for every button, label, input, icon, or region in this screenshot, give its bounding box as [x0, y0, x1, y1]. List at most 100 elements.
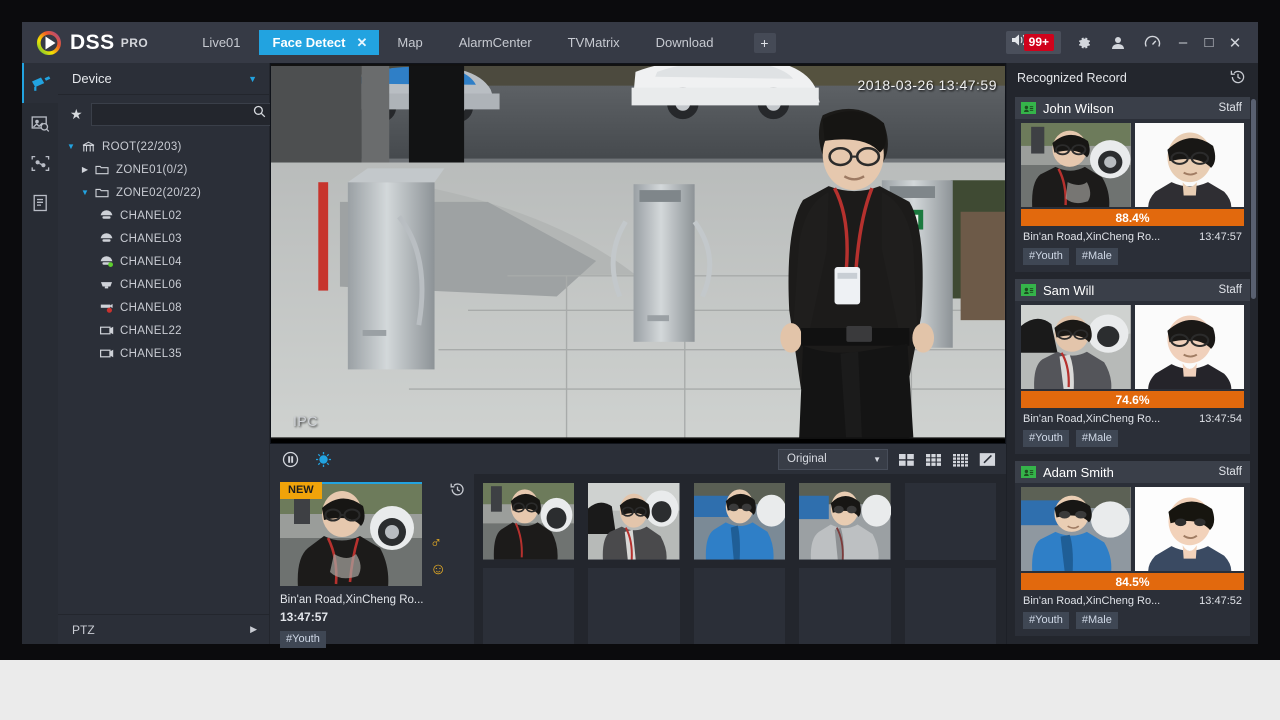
tree-node-chanel04[interactable]: CHANEL04 — [58, 250, 269, 273]
tag-male[interactable]: #Male — [1075, 430, 1118, 447]
chevron-right-icon[interactable]: ▶ — [250, 624, 257, 635]
layout-9-button[interactable] — [925, 452, 942, 467]
chevron-down-icon[interactable]: ▼ — [248, 74, 257, 84]
record-tags: #Youth #Male — [1015, 425, 1250, 454]
chevron-down-icon[interactable]: ▼ — [78, 188, 92, 197]
tree-node-chanel06[interactable]: CHANEL06 — [58, 273, 269, 296]
tag-youth[interactable]: #Youth — [1023, 612, 1069, 629]
record-tags: #Youth #Male — [1015, 243, 1250, 272]
tab-tvmatrix[interactable]: TVMatrix — [550, 30, 638, 55]
performance-gauge-icon[interactable] — [1144, 34, 1161, 51]
thumbnail-item[interactable] — [799, 567, 891, 644]
alarm-sound-button[interactable]: 99+ — [1005, 31, 1061, 54]
dome-camera-icon — [96, 255, 116, 268]
module-rail — [22, 63, 58, 644]
thumbnail-item[interactable] — [904, 567, 996, 644]
tag-male[interactable]: #Male — [1075, 612, 1118, 629]
thumbnail-item[interactable] — [693, 483, 786, 560]
dome-camera-icon — [96, 278, 116, 291]
search-box[interactable] — [90, 102, 273, 126]
thumbnail-item[interactable] — [693, 567, 786, 644]
record-images — [1015, 301, 1250, 389]
record-name: Adam Smith — [1043, 464, 1114, 480]
add-tab-button[interactable]: + — [753, 32, 776, 53]
ptz-panel-toggle[interactable]: PTZ ▶ — [58, 614, 269, 644]
new-badge: NEW — [280, 482, 322, 499]
rail-item-report[interactable] — [22, 183, 58, 223]
rail-item-face-search[interactable] — [22, 103, 58, 143]
close-button[interactable]: ✕ — [1222, 34, 1248, 52]
record-card[interactable]: Sam Will Staff 74.6% Bin'an Road,XinChen… — [1015, 279, 1250, 454]
similarity-bar: 88.4% — [1021, 209, 1244, 226]
tag-male[interactable]: #Male — [1075, 248, 1118, 265]
record-header: Sam Will Staff — [1015, 279, 1250, 301]
tree-node-chanel35[interactable]: CHANEL35 — [58, 342, 269, 365]
tab-bar: Live01 Face Detect ✕ Map AlarmCenter TVM… — [184, 22, 776, 63]
thumbnail-item[interactable] — [588, 567, 680, 644]
minimize-button[interactable]: – — [1170, 34, 1196, 51]
search-icon[interactable] — [253, 105, 266, 123]
maximize-button[interactable]: □ — [1196, 34, 1222, 51]
record-library-image — [1134, 305, 1244, 389]
pause-button[interactable] — [282, 451, 299, 468]
similarity-value: 88.4% — [1115, 210, 1150, 225]
tree-node-chanel03[interactable]: CHANEL03 — [58, 227, 269, 250]
latest-capture-card[interactable]: NEW ♂ ☺ Bin'an Road,XinCheng Ro... 13:47… — [270, 474, 475, 648]
thumbnail-item[interactable] — [483, 567, 575, 644]
record-card[interactable]: John Wilson Staff 88.4% Bin'an Road,XinC… — [1015, 97, 1250, 272]
tree-node-chanel02[interactable]: CHANEL02 — [58, 204, 269, 227]
face-detect-toggle-icon[interactable] — [315, 451, 332, 468]
close-icon[interactable]: ✕ — [357, 36, 368, 49]
tag-youth[interactable]: #Youth — [1023, 430, 1069, 447]
rail-item-face-compare[interactable] — [22, 143, 58, 183]
record-card[interactable]: Adam Smith Staff 84.5% Bin'an Road,XinCh… — [1015, 461, 1250, 636]
similarity-value: 74.6% — [1115, 392, 1150, 407]
layout-16-button[interactable] — [952, 452, 969, 467]
layout-edit-button[interactable] — [979, 452, 996, 467]
similarity-bar: 84.5% — [1021, 573, 1244, 590]
tree-node-label: CHANEL35 — [120, 347, 182, 360]
tag-youth[interactable]: #Youth — [280, 631, 326, 648]
tab-map[interactable]: Map — [379, 30, 440, 55]
tree-node-zone01[interactable]: ▶ ZONE01(0/2) — [58, 158, 269, 181]
stream-type-select[interactable]: Original ▼ — [778, 448, 888, 470]
chevron-down-icon[interactable]: ▼ — [64, 142, 78, 151]
thumbnail-item[interactable] — [904, 483, 996, 560]
history-icon[interactable] — [450, 482, 465, 502]
tab-label: Map — [397, 35, 423, 50]
search-input[interactable] — [97, 107, 253, 121]
tree-node-chanel22[interactable]: CHANEL22 — [58, 319, 269, 342]
thumbnail-item[interactable] — [483, 483, 575, 560]
device-search-row: ★ — [58, 95, 273, 133]
tab-face-detect[interactable]: Face Detect ✕ — [258, 30, 380, 55]
rail-item-live-view[interactable] — [22, 63, 58, 103]
tag-youth[interactable]: #Youth — [1023, 248, 1069, 265]
chevron-right-icon[interactable]: ▶ — [78, 165, 92, 174]
record-header: Adam Smith Staff — [1015, 461, 1250, 483]
record-address: Bin'an Road,XinCheng Ro... — [1023, 231, 1161, 243]
ptz-label: PTZ — [72, 622, 95, 637]
tab-live01[interactable]: Live01 — [184, 30, 258, 55]
panel-scrollbar[interactable] — [1251, 99, 1256, 299]
device-panel-header[interactable]: Device ▼ — [58, 63, 269, 95]
video-timestamp: 2018-03-26 13:47:59 — [857, 77, 997, 93]
settings-gear-icon[interactable] — [1076, 35, 1092, 51]
user-account-icon[interactable] — [1110, 35, 1126, 51]
tree-node-zone02[interactable]: ▼ ZONE02(20/22) — [58, 181, 269, 204]
application-frame: DSS PRO Live01 Face Detect ✕ Map AlarmCe… — [0, 0, 1280, 660]
history-icon[interactable] — [1230, 69, 1246, 88]
tree-node-root[interactable]: ▼ ROOT(22/203) — [58, 135, 269, 158]
video-view[interactable]: 2018-03-26 13:47:59 IPC — [270, 63, 1006, 444]
favorite-star-icon[interactable]: ★ — [70, 106, 83, 123]
tree-node-chanel08[interactable]: CHANEL08 — [58, 296, 269, 319]
window-controls: 99+ – □ ✕ — [1005, 22, 1248, 63]
thumbnail-item[interactable] — [799, 483, 891, 560]
layout-4-button[interactable] — [898, 452, 915, 467]
thumbnail-item[interactable] — [588, 483, 680, 560]
tree-node-label: CHANEL04 — [120, 255, 182, 268]
tab-alarmcenter[interactable]: AlarmCenter — [441, 30, 550, 55]
record-library-image — [1134, 487, 1244, 571]
tab-download[interactable]: Download — [638, 30, 732, 55]
record-images — [1015, 483, 1250, 571]
tree-node-label: CHANEL02 — [120, 209, 182, 222]
